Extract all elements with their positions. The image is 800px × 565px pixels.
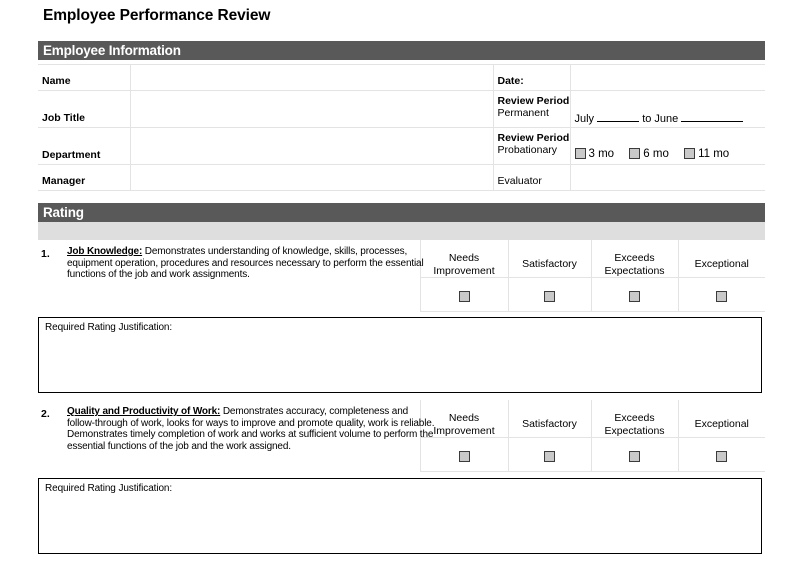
checkbox-icon[interactable]: [458, 451, 470, 462]
employee-information-table: Name Date: Job Title Review Period Perma…: [38, 64, 765, 191]
col1-line1: Needs: [448, 412, 480, 424]
checkbox-icon[interactable]: [544, 451, 555, 462]
table-row: 2. Quality and Productivity of Work: Dem…: [38, 400, 765, 472]
checkbox-icon[interactable]: [629, 451, 640, 462]
rating-item-2-description-cell: 2. Quality and Productivity of Work: Dem…: [38, 400, 434, 472]
rating-gray-band: [38, 222, 765, 240]
rating-item-2-checkbox-exceptional-cell: [677, 437, 765, 472]
col4-line1: Exceptional: [694, 258, 749, 270]
input-name[interactable]: [130, 64, 494, 91]
col4-line1: Exceptional: [694, 418, 749, 430]
table-row: Manager Evaluator: [38, 164, 765, 191]
probationary-option-11mo[interactable]: 11 mo: [684, 148, 729, 160]
rating-item-1-number: 1.: [41, 248, 50, 260]
rating-column-header-exceptional: Exceptional: [677, 400, 765, 438]
probationary-option-6mo[interactable]: 6 mo: [629, 148, 672, 160]
label-review-period-probationary: Review Period Probationary: [493, 127, 571, 165]
rating-item-2-justification-label: Required Rating Justification:: [45, 483, 173, 494]
checkbox-icon[interactable]: [684, 148, 696, 159]
col3-line1: Exceeds: [614, 252, 655, 264]
col1-line2: Improvement: [433, 424, 495, 437]
col1-line2: Improvement: [433, 264, 495, 277]
checkbox-icon[interactable]: [458, 291, 470, 302]
rating-item-2-checkbox-exceeds-expectations-cell: [590, 437, 679, 472]
section-header-rating: Rating: [38, 203, 765, 222]
rating-item-2-text: Quality and Productivity of Work: Demons…: [67, 406, 436, 452]
review-period-permanent-line2: Permanent: [497, 107, 549, 119]
rating-item-1-justification-label: Required Rating Justification:: [45, 322, 173, 333]
input-manager[interactable]: [130, 164, 494, 191]
probationary-option-11mo-label: 11 mo: [698, 148, 730, 160]
rating-item-1-table: 1. Job Knowledge: Demonstrates understan…: [38, 240, 765, 312]
label-review-period-permanent: Review Period Permanent: [493, 90, 571, 128]
label-job-title: Job Title: [38, 90, 131, 128]
permanent-middle-text: to June: [642, 113, 679, 125]
rating-item-1-checkbox-exceeds-expectations-cell: [590, 277, 679, 312]
input-department[interactable]: [130, 127, 494, 165]
col1-line1: Needs: [448, 252, 480, 264]
permanent-start-year-field[interactable]: [597, 121, 640, 122]
permanent-end-year-field[interactable]: [681, 121, 744, 122]
input-evaluator[interactable]: [570, 164, 765, 191]
review-period-permanent-line1: Review Period: [497, 95, 570, 107]
input-job-title[interactable]: [130, 90, 494, 128]
rating-item-2-checkbox-satisfactory-cell: [507, 437, 592, 472]
rating-column-header-exceeds-expectations: Exceeds Expectations: [590, 400, 679, 438]
rating-item-1-justification-box[interactable]: Required Rating Justification:: [38, 317, 762, 393]
permanent-prefix-text: July: [574, 113, 595, 125]
col3-line2: Expectations: [604, 264, 665, 277]
label-date: Date:: [493, 64, 571, 91]
rating-item-1-checkbox-needs-improvement-cell: [419, 277, 509, 312]
label-manager: Manager: [38, 164, 131, 191]
rating-item-2-number: 2.: [41, 408, 50, 420]
rating-item-2-title: Quality and Productivity of Work:: [67, 406, 221, 417]
rating-column-header-exceptional: Exceptional: [677, 240, 765, 278]
review-period-permanent-dates[interactable]: July to June: [570, 90, 765, 128]
input-date[interactable]: [570, 64, 765, 91]
review-period-probationary-line1: Review Period: [497, 132, 570, 144]
probationary-option-3mo[interactable]: 3 mo: [574, 148, 618, 160]
rating-item-1-checkbox-exceptional-cell: [677, 277, 765, 312]
rating-item-1-title: Job Knowledge:: [67, 246, 143, 257]
rating-column-header-exceeds-expectations: Exceeds Expectations: [590, 240, 679, 278]
label-department: Department: [38, 127, 131, 165]
col2-line1: Satisfactory: [522, 418, 577, 430]
table-row: Department Review Period Probationary 3 …: [38, 127, 765, 165]
table-row: Name Date:: [38, 64, 765, 91]
rating-item-1-description-cell: 1. Job Knowledge: Demonstrates understan…: [38, 240, 424, 312]
checkbox-icon[interactable]: [574, 148, 586, 159]
document-page: Employee Performance Review Employee Inf…: [0, 0, 800, 565]
probationary-option-6mo-label: 6 mo: [643, 148, 669, 160]
review-period-probationary-line2: Probationary: [497, 144, 558, 156]
checkbox-icon[interactable]: [716, 451, 728, 462]
rating-item-1-text: Job Knowledge: Demonstrates understandin…: [67, 246, 436, 281]
checkbox-icon[interactable]: [629, 148, 641, 159]
rating-column-header-satisfactory: Satisfactory: [507, 400, 592, 438]
section-header-employee-information: Employee Information: [38, 41, 765, 60]
rating-column-header-satisfactory: Satisfactory: [507, 240, 592, 278]
table-row: Job Title Review Period Permanent July t…: [38, 90, 765, 128]
col3-line1: Exceeds: [614, 412, 655, 424]
col2-line1: Satisfactory: [522, 258, 577, 270]
rating-item-1-checkbox-satisfactory-cell: [507, 277, 592, 312]
probationary-options-group: 3 mo 6 mo 11 mo: [570, 127, 765, 165]
rating-item-2-table: 2. Quality and Productivity of Work: Dem…: [38, 400, 765, 472]
col3-line2: Expectations: [604, 424, 665, 437]
table-row: 1. Job Knowledge: Demonstrates understan…: [38, 240, 765, 312]
checkbox-icon[interactable]: [544, 291, 555, 302]
rating-item-2-justification-box[interactable]: Required Rating Justification:: [38, 478, 762, 554]
probationary-option-3mo-label: 3 mo: [588, 148, 615, 160]
page-title: Employee Performance Review: [43, 7, 271, 24]
checkbox-icon[interactable]: [629, 291, 640, 302]
label-name: Name: [38, 64, 131, 91]
label-evaluator: Evaluator: [493, 164, 571, 191]
checkbox-icon[interactable]: [716, 291, 728, 302]
